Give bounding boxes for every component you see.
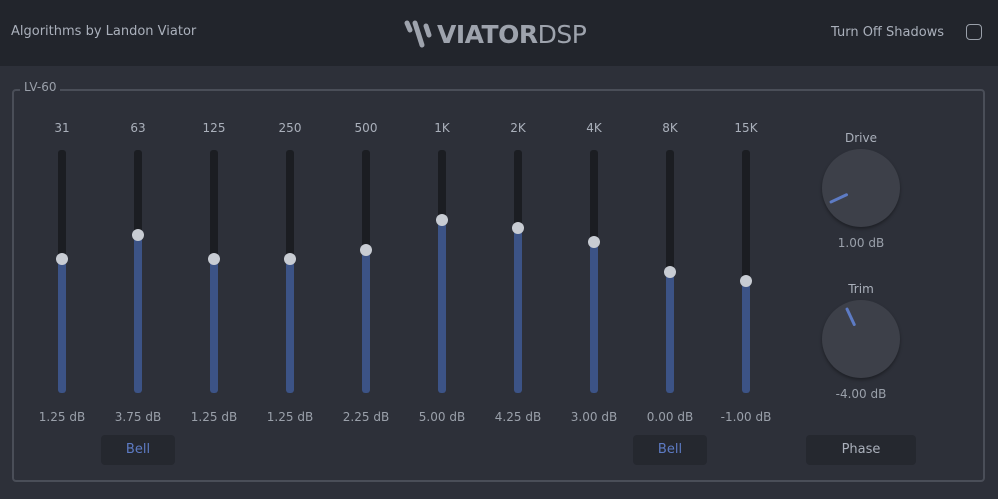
band-gain-value: 3.00 dB: [570, 410, 618, 424]
logo-text: VIATORDSP: [437, 19, 587, 49]
high-bell-button[interactable]: Bell: [633, 435, 707, 465]
logo-text-bold: VIATOR: [437, 19, 538, 49]
slider-thumb[interactable]: [360, 243, 372, 256]
band-15k: 15K -1.00 dB: [708, 118, 784, 438]
shadow-toggle-label: Turn Off Shadows: [831, 25, 945, 40]
logo-text-light: DSP: [537, 19, 587, 49]
band-125: 125 1.25 dB: [176, 118, 252, 438]
band-gain-value: 1.25 dB: [38, 410, 86, 424]
band-2k: 2K 4.25 dB: [480, 118, 556, 438]
band-gain-slider[interactable]: [590, 150, 598, 393]
band-gain-value: 2.25 dB: [342, 410, 390, 424]
slider-fill: [742, 281, 750, 393]
band-250: 250 1.25 dB: [252, 118, 328, 438]
drive-value: 1.00 dB: [837, 236, 885, 250]
band-63: 63 3.75 dB: [100, 118, 176, 438]
slider-fill: [590, 242, 598, 393]
band-gain-value: 5.00 dB: [418, 410, 466, 424]
slider-fill: [438, 220, 446, 393]
slider-thumb[interactable]: [208, 253, 220, 266]
slider-fill: [58, 259, 66, 393]
band-gain-slider[interactable]: [58, 150, 66, 393]
drive-knob-indicator: [829, 193, 848, 204]
slider-thumb[interactable]: [588, 236, 600, 249]
trim-value: -4.00 dB: [835, 387, 887, 401]
band-gain-value: 1.25 dB: [190, 410, 238, 424]
band-frequency-label: 500: [354, 121, 378, 135]
band-4k: 4K 3.00 dB: [556, 118, 632, 438]
band-frequency-label: 15K: [734, 121, 758, 135]
phase-button[interactable]: Phase: [806, 435, 916, 465]
trim-knob-indicator: [845, 307, 856, 326]
slider-fill: [514, 227, 522, 393]
band-gain-value: 1.25 dB: [266, 410, 314, 424]
band-gain-slider[interactable]: [742, 150, 750, 393]
trim-control: Trim -4.00 dB: [815, 282, 907, 401]
band-gain-value: -1.00 dB: [720, 410, 772, 424]
band-gain-slider[interactable]: [362, 150, 370, 393]
band-31: 31 1.25 dB: [24, 118, 100, 438]
band-frequency-label: 4K: [586, 121, 602, 135]
band-gain-slider[interactable]: [438, 150, 446, 393]
slider-thumb[interactable]: [132, 229, 144, 242]
slider-thumb[interactable]: [56, 253, 68, 266]
slider-fill: [134, 235, 142, 393]
eq-group-title: LV-60: [20, 80, 61, 94]
logo-mark-icon: [404, 20, 432, 48]
slider-thumb[interactable]: [512, 221, 524, 234]
trim-label: Trim: [848, 282, 874, 296]
band-frequency-label: 8K: [662, 121, 678, 135]
band-frequency-label: 250: [278, 121, 302, 135]
band-gain-slider[interactable]: [210, 150, 218, 393]
slider-fill: [666, 271, 674, 393]
header-bar: Algorithms by Landon Viator VIATORDSP Tu…: [0, 0, 998, 66]
slider-fill: [286, 259, 294, 393]
slider-fill: [210, 259, 218, 393]
band-frequency-label: 125: [202, 121, 226, 135]
band-gain-value: 4.25 dB: [494, 410, 542, 424]
slider-thumb[interactable]: [664, 265, 676, 278]
shadow-toggle-checkbox[interactable]: [966, 24, 982, 40]
band-frequency-label: 31: [54, 121, 70, 135]
drive-label: Drive: [845, 131, 877, 145]
band-gain-slider[interactable]: [134, 150, 142, 393]
band-500: 500 2.25 dB: [328, 118, 404, 438]
slider-fill: [362, 249, 370, 393]
trim-knob[interactable]: [822, 300, 900, 378]
band-frequency-label: 2K: [510, 121, 526, 135]
slider-thumb[interactable]: [436, 214, 448, 227]
low-bell-button[interactable]: Bell: [101, 435, 175, 465]
slider-thumb[interactable]: [740, 275, 752, 288]
band-gain-value: 3.75 dB: [114, 410, 162, 424]
band-gain-slider[interactable]: [286, 150, 294, 393]
band-gain-slider[interactable]: [514, 150, 522, 393]
slider-thumb[interactable]: [284, 253, 296, 266]
band-gain-value: 0.00 dB: [646, 410, 694, 424]
band-8k: 8K 0.00 dB: [632, 118, 708, 438]
band-frequency-label: 1K: [434, 121, 450, 135]
band-frequency-label: 63: [130, 121, 146, 135]
band-1k: 1K 5.00 dB: [404, 118, 480, 438]
credit-text: Algorithms by Landon Viator: [11, 24, 197, 39]
drive-knob[interactable]: [822, 149, 900, 227]
drive-control: Drive 1.00 dB: [815, 131, 907, 250]
viatordsp-logo: VIATORDSP: [403, 17, 587, 51]
